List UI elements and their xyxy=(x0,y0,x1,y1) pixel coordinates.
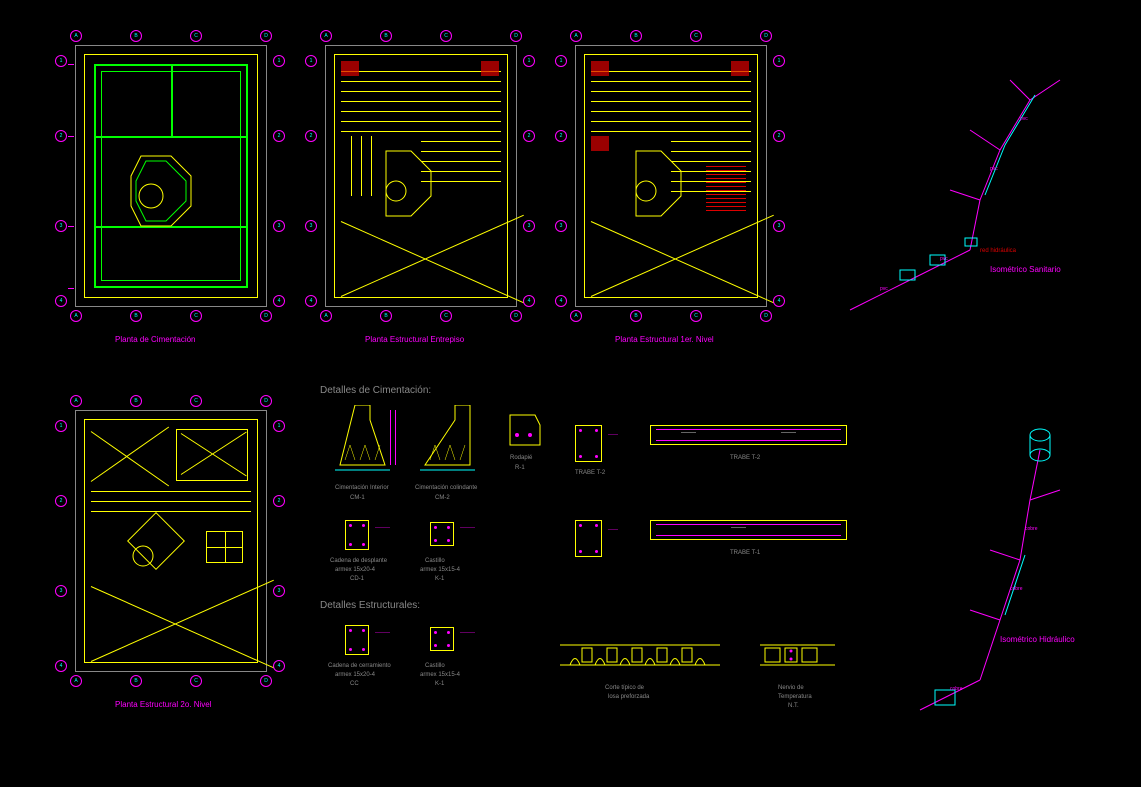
detail-nervio xyxy=(760,640,835,680)
code-k1: K-1 xyxy=(435,576,444,582)
label-losa: Corte típico de xyxy=(605,685,644,691)
label-cc: Cadena de cerramiento xyxy=(328,663,391,669)
detail-trabe-t1-section xyxy=(575,520,602,557)
label-trabe-t1: TRABE T-1 xyxy=(730,550,760,556)
code-cm1: CM-1 xyxy=(350,495,365,501)
detail-rodapie xyxy=(505,410,545,450)
spec-cd1: armex 15x20-4 xyxy=(335,567,375,573)
label-k1: Castillo xyxy=(425,558,445,564)
annotation-red: red hidráulica xyxy=(980,248,1016,254)
label-k1b: Castillo xyxy=(425,663,445,669)
spec-k1b: armex 15x15-4 xyxy=(420,672,460,678)
label-trabe-t2: TRABE T-2 xyxy=(730,455,760,461)
label-cm2: Cimentación colindante xyxy=(415,485,477,491)
title-cimentacion: Planta de Cimentación xyxy=(115,335,196,344)
detail-k1b xyxy=(430,627,454,651)
svg-text:pvc: pvc xyxy=(880,286,888,292)
section-estructurales-details: Detalles Estructurales: xyxy=(320,600,420,611)
detail-cm2 xyxy=(420,405,475,475)
detail-trabe-t2-section xyxy=(575,425,602,462)
code-nervio: N.T. xyxy=(788,703,799,709)
label-nervio: Nervio de xyxy=(778,685,804,691)
detail-trabe-t1-elev: ——— xyxy=(650,520,847,540)
detail-cd1 xyxy=(345,520,369,550)
sub-nervio: Temperatura xyxy=(778,694,812,700)
plan-cimentacion xyxy=(75,45,267,307)
code-cc: CC xyxy=(350,681,359,687)
detail-cm1 xyxy=(335,405,390,475)
label-cd1: Cadena de desplante xyxy=(330,558,387,564)
label-trabe-t2-sec: TRABE T-2 xyxy=(575,470,605,476)
svg-text:cobre: cobre xyxy=(1025,526,1038,532)
svg-text:pvc: pvc xyxy=(1020,116,1028,122)
code-cm2: CM-2 xyxy=(435,495,450,501)
detail-losa xyxy=(560,640,720,680)
detail-k1 xyxy=(430,522,454,546)
sub-losa: losa preforzada xyxy=(608,694,649,700)
svg-text:pvc: pvc xyxy=(940,256,948,262)
detail-trabe-t2-elev: ——— ——— xyxy=(650,425,847,445)
svg-text:pvc: pvc xyxy=(990,166,998,172)
label-rodapie: Rodapié xyxy=(510,455,532,461)
spec-cc: armex 15x20-4 xyxy=(335,672,375,678)
svg-text:cobre: cobre xyxy=(1010,586,1023,592)
cad-drawing-canvas: A B C D 1 2 3 4 A B C D 1 2 3 4 Planta d… xyxy=(0,0,1141,787)
plan-nivel1 xyxy=(575,45,767,307)
label-cm1: Cimentación Interior xyxy=(335,485,389,491)
isometric-hidraulico: cobre cobre cobre xyxy=(880,400,1120,730)
title-nivel1: Planta Estructural 1er. Nivel xyxy=(615,335,714,344)
isometric-sanitario: pvc pvc pvc pvc xyxy=(830,50,1090,330)
title-nivel2: Planta Estructural 2o. Nivel xyxy=(115,700,212,709)
spec-k1: armex 15x15-4 xyxy=(420,567,460,573)
section-cimentacion-details: Detalles de Cimentación: xyxy=(320,385,431,396)
plan-nivel2 xyxy=(75,410,267,672)
title-entrepiso: Planta Estructural Entrepiso xyxy=(365,335,464,344)
title-iso-hidraulico: Isométrico Hidráulico xyxy=(1000,635,1075,644)
detail-cc xyxy=(345,625,369,655)
svg-text:cobre: cobre xyxy=(950,686,963,692)
code-rodapie: R-1 xyxy=(515,465,525,471)
title-iso-sanitario: Isométrico Sanitario xyxy=(990,265,1061,274)
code-cd1: CD-1 xyxy=(350,576,364,582)
code-k1b: K-1 xyxy=(435,681,444,687)
plan-entrepiso xyxy=(325,45,517,307)
